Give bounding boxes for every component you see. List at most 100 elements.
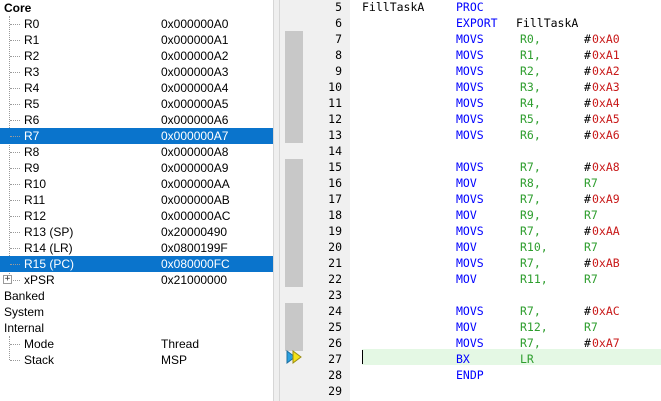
register-row[interactable]: R13 (SP) 0x20000490 [0,224,273,240]
code-register: R7 [584,240,598,254]
register-name: R13 (SP) [24,225,74,239]
code-line[interactable]: 26 MOVS R7, #0xA7 [280,335,661,351]
register-value[interactable]: 0x000000A0 [161,16,228,32]
register-value[interactable]: 0x000000AC [161,208,230,224]
code-line[interactable]: 15 MOVS R7, #0xA8 [280,159,661,175]
code-register: LR [520,352,534,366]
code-register: R4, [520,96,541,110]
code-line[interactable]: 28 ENDP [280,367,661,383]
code-line[interactable]: 25 MOV R12, R7 [280,319,661,335]
register-value[interactable]: 0x000000A3 [161,64,228,80]
line-number: 19 [328,224,342,238]
register-value[interactable]: 0x000000A4 [161,80,228,96]
pane-splitter[interactable] [273,0,280,401]
line-number: 23 [328,288,342,302]
register-value[interactable]: 0x000000A2 [161,48,228,64]
code-line[interactable]: 21 MOVS R7, #0xAB [280,255,661,271]
register-value[interactable]: 0x000000A1 [161,32,228,48]
register-row[interactable]: Mode Thread [0,336,273,352]
register-value[interactable]: Thread [161,336,199,352]
register-value[interactable]: 0x000000A6 [161,112,228,128]
register-value[interactable]: 0x0800199F [161,240,228,256]
register-row[interactable]: R14 (LR) 0x0800199F [0,240,273,256]
code-line[interactable]: 11 MOVS R4, #0xA4 [280,95,661,111]
register-row[interactable]: R10 0x000000AA [0,176,273,192]
register-name: System [4,305,45,319]
code-register: R7, [520,256,541,270]
register-name: Stack [24,353,55,367]
code-line[interactable]: 14 [280,143,661,159]
code-line[interactable]: 29 [280,383,661,399]
code-line[interactable]: 13 MOVS R6, #0xA6 [280,127,661,143]
register-row[interactable]: R12 0x000000AC [0,208,273,224]
register-row[interactable]: R7 0x000000A7 [0,128,273,144]
code-keyword: ENDP [456,368,484,382]
register-value[interactable]: 0x000000A8 [161,144,228,160]
register-value[interactable]: 0x000000A5 [161,96,228,112]
register-row[interactable]: Core [0,0,273,16]
tree-connector [10,248,20,249]
register-row[interactable]: R5 0x000000A5 [0,96,273,112]
disassembly-editor[interactable]: 5 FillTaskA PROC 6 EXPORT FillTaskA 7 MOVS R0, #0… [280,0,661,401]
code-line[interactable]: 6 EXPORT FillTaskA [280,15,661,31]
code-immediate: 0xA9 [592,192,620,206]
code-text: # [584,32,591,46]
code-register: R7 [584,176,598,190]
code-line[interactable]: 22 MOV R11, R7 [280,271,661,287]
line-number: 29 [328,384,342,398]
register-row[interactable]: R1 0x000000A1 [0,32,273,48]
code-line[interactable]: 19 MOVS R7, #0xAA [280,223,661,239]
tree-connector [10,232,20,233]
register-value[interactable]: 0x000000A7 [161,128,228,144]
code-line[interactable]: 12 MOVS R5, #0xA5 [280,111,661,127]
register-name: Banked [4,289,45,303]
register-row[interactable]: R15 (PC) 0x080000FC [0,256,273,272]
register-value[interactable]: 0x20000490 [161,224,227,240]
code-line[interactable]: 9 MOVS R2, #0xA2 [280,63,661,79]
code-line[interactable]: 18 MOV R9, R7 [280,207,661,223]
code-keyword: MOVS [456,96,484,110]
code-register: R2, [520,64,541,78]
code-line[interactable]: 23 [280,287,661,303]
register-value[interactable]: 0x000000AA [161,176,230,192]
register-row[interactable]: R4 0x000000A4 [0,80,273,96]
register-name: R12 [24,209,47,223]
register-row[interactable]: R6 0x000000A6 [0,112,273,128]
tree-connector [10,360,20,361]
register-row[interactable]: R9 0x000000A9 [0,160,273,176]
register-value[interactable]: 0x21000000 [161,272,227,288]
register-row[interactable]: System [0,304,273,320]
register-row[interactable]: R8 0x000000A8 [0,144,273,160]
register-row[interactable]: Banked [0,288,273,304]
tree-connector [10,264,20,265]
register-row[interactable]: R3 0x000000A3 [0,64,273,80]
register-row[interactable]: Internal [0,320,273,336]
code-immediate: 0xAC [592,304,620,318]
code-line[interactable]: 20 MOV R10, R7 [280,239,661,255]
register-row[interactable]: + xPSR 0x21000000 [0,272,273,288]
code-line[interactable]: 24 MOVS R7, #0xAC [280,303,661,319]
code-keyword: MOVS [456,224,484,238]
register-row[interactable]: R0 0x000000A0 [0,16,273,32]
register-value[interactable]: 0x000000A9 [161,160,228,176]
register-row[interactable]: R2 0x000000A2 [0,48,273,64]
code-line[interactable]: 27 BX LR [280,351,661,367]
code-line[interactable]: 10 MOVS R3, #0xA3 [280,79,661,95]
tree-connector [10,24,20,25]
tree-connector [10,56,20,57]
code-keyword: MOV [456,240,477,254]
code-line[interactable]: 5 FillTaskA PROC [280,0,661,15]
code-text: # [584,80,591,94]
code-keyword: EXPORT [456,16,498,30]
code-line[interactable]: 8 MOVS R1, #0xA1 [280,47,661,63]
register-value[interactable]: 0x000000AB [161,192,230,208]
code-line[interactable]: 17 MOVS R7, #0xA9 [280,191,661,207]
register-row[interactable]: Stack MSP [0,352,273,368]
code-register: R1, [520,48,541,62]
register-value[interactable]: 0x080000FC [161,256,230,272]
code-line[interactable]: 7 MOVS R0, #0xA0 [280,31,661,47]
register-row[interactable]: R11 0x000000AB [0,192,273,208]
line-number: 6 [335,16,342,30]
register-value[interactable]: MSP [161,352,187,368]
code-line[interactable]: 16 MOV R8, R7 [280,175,661,191]
